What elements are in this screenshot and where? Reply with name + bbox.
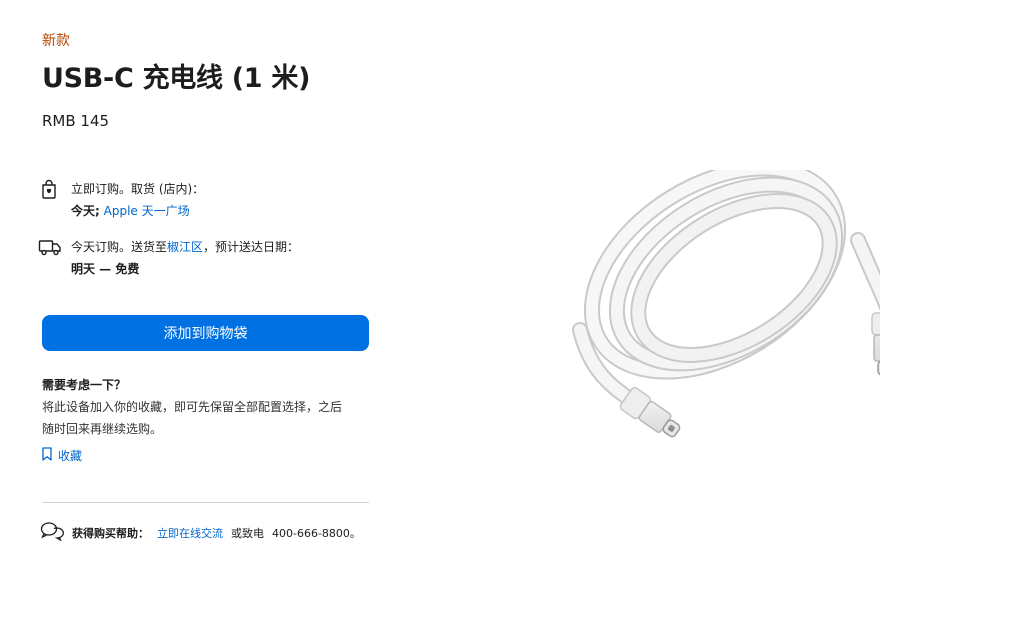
pickup-line: 立即订购。取货 (店内)： — [71, 182, 205, 196]
delivery-date: 明天 — 免费 — [71, 262, 140, 276]
delivery-location-link[interactable]: 椒江区 — [167, 240, 203, 254]
delivery-truck-icon — [38, 236, 62, 260]
phone-number: 400-666-8800。 — [272, 526, 361, 540]
delivery-suffix: ，预计送达日期： — [203, 240, 300, 254]
save-button[interactable]: 收藏 — [42, 447, 82, 464]
pickup-text: 立即订购。取货 (店内)： 今天; Apple 天一广场 — [71, 178, 204, 222]
pickup-detail: 今天; Apple 天一广场 — [71, 200, 204, 222]
delivery-prefix: 今天订购。送货至 — [71, 240, 168, 254]
pickup-store-link[interactable]: Apple 天一广场 — [104, 204, 190, 218]
chat-bubbles-icon — [40, 521, 64, 544]
product-image — [540, 160, 900, 460]
bookmark-icon — [42, 447, 52, 464]
product-title: USB-C 充电线 (1 米) — [42, 63, 311, 94]
delivery-text: 今天订购。送货至椒江区，预计送达日期： 明天 — 免费 — [71, 236, 299, 280]
save-for-later-section: 需要考虑一下？ 将此设备加入你的收藏，即可先保留全部配置选择，之后随时回来再继续… — [42, 376, 362, 440]
help-label: 获得购买帮助： — [72, 526, 149, 540]
consider-body: 将此设备加入你的收藏，即可先保留全部配置选择，之后随时回来再继续选购。 — [42, 400, 343, 436]
pickup-date: 今天; — [71, 204, 100, 218]
shopping-bag-icon — [38, 178, 62, 202]
divider — [42, 502, 369, 503]
product-price: RMB 145 — [42, 112, 110, 130]
new-badge: 新款 — [42, 33, 70, 49]
or-call-text: 或致电 — [231, 526, 264, 540]
add-to-bag-button[interactable]: 添加到购物袋 — [42, 315, 369, 351]
chat-now-link[interactable]: 立即在线交流 — [157, 525, 223, 541]
save-label: 收藏 — [58, 449, 83, 463]
delivery-line: 今天订购。送货至椒江区，预计送达日期： — [71, 236, 299, 258]
consider-heading: 需要考虑一下？ — [42, 378, 127, 392]
purchase-help: 获得购买帮助： 立即在线交流 或致电 400-666-8800。 — [40, 521, 361, 544]
